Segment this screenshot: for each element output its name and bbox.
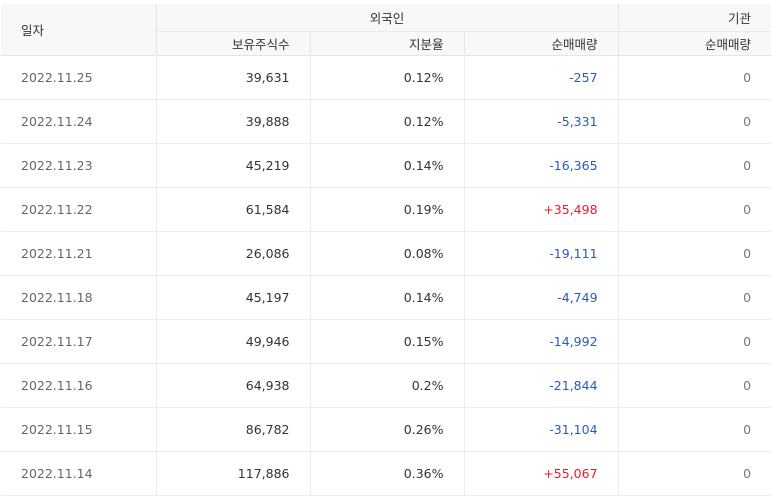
foreign-net-cell: -257 bbox=[464, 55, 619, 100]
holdings-cell: 117,886 bbox=[156, 451, 311, 496]
ratio-cell: 0.15% bbox=[310, 319, 465, 364]
date-cell: 2022.11.24 bbox=[1, 99, 157, 144]
institution-net-cell: 0 bbox=[618, 143, 772, 188]
date-cell: 2022.11.16 bbox=[1, 363, 157, 408]
holdings-cell: 45,219 bbox=[156, 143, 311, 188]
holdings-cell: 45,197 bbox=[156, 275, 311, 320]
institution-group-header: 기관 bbox=[618, 4, 772, 32]
ratio-cell: 0.14% bbox=[310, 143, 465, 188]
table-row: 2022.11.25 39,631 0.12% -257 0 bbox=[1, 55, 772, 100]
table-row: 2022.11.22 61,584 0.19% +35,498 0 bbox=[1, 187, 772, 232]
foreign-net-cell: +55,067 bbox=[464, 451, 619, 496]
foreign-net-cell: -16,365 bbox=[464, 143, 619, 188]
table-row: 2022.11.23 45,219 0.14% -16,365 0 bbox=[1, 143, 772, 188]
ratio-cell: 0.14% bbox=[310, 275, 465, 320]
investor-trading-panel: 일자 외국인 기관 보유주식수 지분율 순매매량 순매매량 2022.11.25… bbox=[0, 0, 772, 500]
investor-trading-table: 일자 외국인 기관 보유주식수 지분율 순매매량 순매매량 2022.11.25… bbox=[1, 4, 772, 496]
ratio-cell: 0.36% bbox=[310, 451, 465, 496]
holdings-cell: 39,888 bbox=[156, 99, 311, 144]
institution-net-cell: 0 bbox=[618, 231, 772, 276]
table-row: 2022.11.17 49,946 0.15% -14,992 0 bbox=[1, 319, 772, 364]
table-row: 2022.11.21 26,086 0.08% -19,111 0 bbox=[1, 231, 772, 276]
institution-net-cell: 0 bbox=[618, 99, 772, 144]
institution-net-cell: 0 bbox=[618, 187, 772, 232]
institution-net-cell: 0 bbox=[618, 319, 772, 364]
foreign-net-cell: -21,844 bbox=[464, 363, 619, 408]
date-cell: 2022.11.21 bbox=[1, 231, 157, 276]
foreign-net-column-header: 순매매량 bbox=[464, 31, 619, 56]
ratio-cell: 0.08% bbox=[310, 231, 465, 276]
table-body: 2022.11.25 39,631 0.12% -257 0 2022.11.24 39,8… bbox=[1, 55, 772, 496]
date-cell: 2022.11.15 bbox=[1, 407, 157, 452]
foreign-net-cell: -19,111 bbox=[464, 231, 619, 276]
ratio-cell: 0.12% bbox=[310, 99, 465, 144]
institution-net-cell: 0 bbox=[618, 363, 772, 408]
date-column-header: 일자 bbox=[1, 4, 157, 56]
holdings-cell: 86,782 bbox=[156, 407, 311, 452]
date-cell: 2022.11.18 bbox=[1, 275, 157, 320]
table-row: 2022.11.15 86,782 0.26% -31,104 0 bbox=[1, 407, 772, 452]
date-cell: 2022.11.23 bbox=[1, 143, 157, 188]
table-header: 일자 외국인 기관 보유주식수 지분율 순매매량 순매매량 bbox=[1, 4, 772, 56]
holdings-cell: 61,584 bbox=[156, 187, 311, 232]
institution-net-cell: 0 bbox=[618, 275, 772, 320]
table-row: 2022.11.18 45,197 0.14% -4,749 0 bbox=[1, 275, 772, 320]
foreign-net-cell: -5,331 bbox=[464, 99, 619, 144]
ratio-cell: 0.2% bbox=[310, 363, 465, 408]
table-row: 2022.11.16 64,938 0.2% -21,844 0 bbox=[1, 363, 772, 408]
date-cell: 2022.11.22 bbox=[1, 187, 157, 232]
foreign-net-cell: -14,992 bbox=[464, 319, 619, 364]
holdings-cell: 39,631 bbox=[156, 55, 311, 100]
foreign-group-header: 외국인 bbox=[156, 4, 619, 32]
ratio-column-header: 지분율 bbox=[310, 31, 465, 56]
institution-net-cell: 0 bbox=[618, 55, 772, 100]
table-row: 2022.11.24 39,888 0.12% -5,331 0 bbox=[1, 99, 772, 144]
institution-net-cell: 0 bbox=[618, 451, 772, 496]
date-cell: 2022.11.17 bbox=[1, 319, 157, 364]
foreign-net-cell: +35,498 bbox=[464, 187, 619, 232]
institution-net-cell: 0 bbox=[618, 407, 772, 452]
table-row: 2022.11.14 117,886 0.36% +55,067 0 bbox=[1, 451, 772, 496]
institution-net-column-header: 순매매량 bbox=[618, 31, 772, 56]
foreign-net-cell: -31,104 bbox=[464, 407, 619, 452]
foreign-net-cell: -4,749 bbox=[464, 275, 619, 320]
holdings-column-header: 보유주식수 bbox=[156, 31, 311, 56]
holdings-cell: 26,086 bbox=[156, 231, 311, 276]
date-cell: 2022.11.25 bbox=[1, 55, 157, 100]
holdings-cell: 49,946 bbox=[156, 319, 311, 364]
ratio-cell: 0.19% bbox=[310, 187, 465, 232]
date-cell: 2022.11.14 bbox=[1, 451, 157, 496]
holdings-cell: 64,938 bbox=[156, 363, 311, 408]
ratio-cell: 0.26% bbox=[310, 407, 465, 452]
ratio-cell: 0.12% bbox=[310, 55, 465, 100]
